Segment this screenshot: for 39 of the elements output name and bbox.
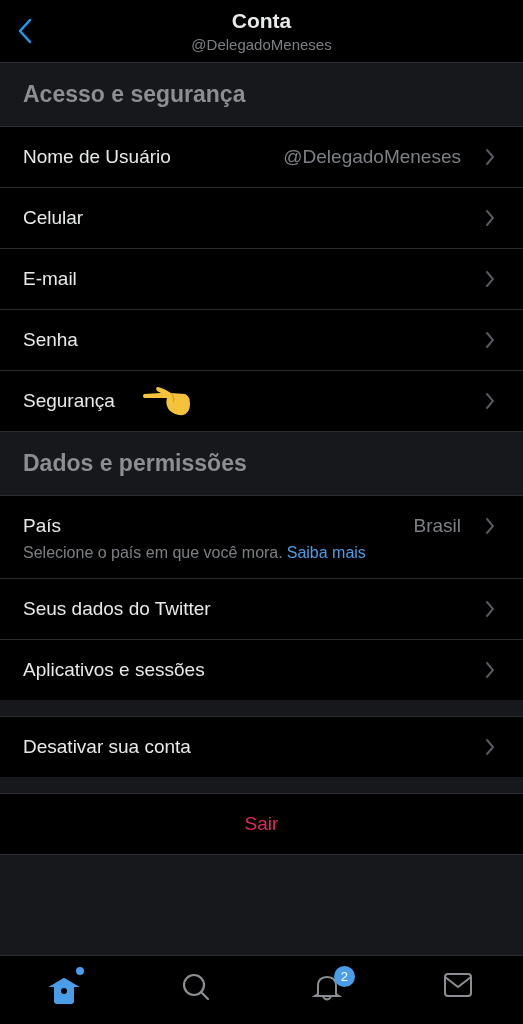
chevron-right-icon — [485, 148, 495, 166]
row-label: Desativar sua conta — [23, 736, 191, 758]
chevron-right-icon — [485, 517, 495, 535]
row-label: Seus dados do Twitter — [23, 598, 211, 620]
settings-row[interactable]: Nome de Usuário @DelegadoMeneses — [0, 126, 523, 187]
settings-row[interactable]: E-mail — [0, 248, 523, 309]
chevron-right-icon — [485, 392, 495, 410]
notification-count: 2 — [333, 966, 355, 987]
tab-button[interactable] — [181, 972, 212, 1002]
chevron-right-icon — [485, 270, 495, 288]
chevron-right-icon — [485, 600, 495, 618]
logout-button[interactable]: Sair — [0, 793, 523, 855]
section-heading: Dados e permissões — [23, 450, 247, 477]
row-label: Nome de Usuário — [23, 146, 171, 168]
chevron-right-icon — [485, 331, 495, 349]
row-label: País — [23, 515, 62, 537]
row-hint: Selecione o país em que você mora. — [23, 544, 283, 561]
row-label: E-mail — [23, 268, 77, 290]
mail-icon — [442, 972, 473, 998]
row-label: Senha — [23, 329, 78, 351]
row-label: Aplicativos e sessões — [23, 659, 205, 681]
back-icon[interactable] — [18, 18, 32, 44]
settings-row[interactable]: Senha — [0, 309, 523, 370]
chevron-right-icon — [485, 661, 495, 679]
settings-row[interactable]: Seus dados do Twitter — [0, 578, 523, 639]
row-label: Celular — [23, 207, 84, 229]
row-value: Brasil — [413, 515, 461, 537]
learn-more-link[interactable]: Saiba mais — [286, 544, 366, 561]
tab-button[interactable] — [442, 972, 473, 998]
chevron-right-icon — [485, 738, 495, 756]
search-icon — [181, 972, 212, 1002]
row-value: @DelegadoMeneses — [283, 146, 461, 168]
page-title: Conta — [231, 9, 292, 33]
account-handle: @DelegadoMeneses — [191, 36, 332, 53]
section-heading: Acesso e segurança — [23, 81, 246, 108]
chevron-right-icon — [485, 209, 495, 227]
settings-row[interactable]: Celular — [0, 187, 523, 248]
settings-row[interactable]: País Brasil Selecione o país em que você mora. Saiba mais — [0, 495, 523, 578]
row-label: Segurança — [23, 390, 115, 412]
